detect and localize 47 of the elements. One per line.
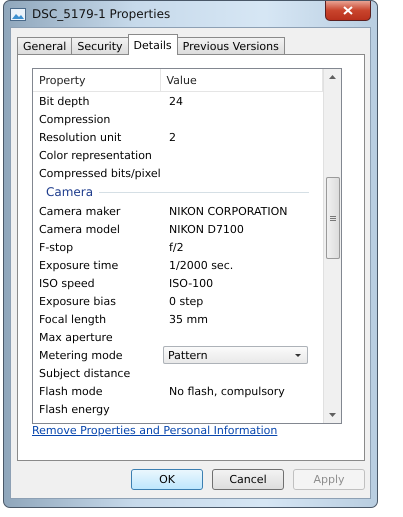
property-name: Compression	[38, 112, 112, 126]
grip-icon	[330, 216, 336, 220]
property-name: Camera maker	[38, 204, 122, 218]
tab[interactable]: Details	[128, 34, 178, 55]
property-name: Compressed bits/pixel	[38, 166, 162, 180]
scroll-up-icon[interactable]	[329, 75, 336, 79]
property-name: Bit depth	[38, 94, 90, 108]
property-value: 2	[168, 130, 177, 144]
window-title: DSC_5179-1 Properties	[32, 7, 172, 21]
property-value: ISO-100	[168, 276, 214, 290]
property-name: Camera model	[38, 222, 121, 236]
property-name: Max aperture	[38, 330, 114, 344]
property-name: Exposure bias	[38, 294, 117, 308]
tab[interactable]: Previous Versions	[176, 37, 285, 55]
property-name: Exposure time	[38, 258, 120, 272]
property-name: F-stop	[38, 240, 74, 254]
dialog-button[interactable]: OK	[131, 469, 203, 490]
scrollbar[interactable]	[323, 69, 341, 423]
scroll-thumb[interactable]	[326, 177, 340, 259]
property-name: Flash energy	[38, 402, 111, 416]
property-name: Flash mode	[38, 384, 104, 398]
property-value: 24	[168, 94, 184, 108]
dropdown-caret-icon	[295, 354, 301, 356]
value-dropdown[interactable]: Pattern	[163, 346, 308, 364]
group-heading: Camera	[46, 185, 94, 199]
property-value: 1/2000 sec.	[168, 258, 234, 272]
property-name: Focal length	[38, 312, 108, 326]
property-value: NIKON CORPORATION	[168, 204, 288, 218]
property-name: Resolution unit	[38, 130, 122, 144]
dialog-button[interactable]: Cancel	[212, 469, 284, 490]
property-value: 35 mm	[168, 312, 209, 326]
remove-properties-link[interactable]: Remove Properties and Personal Information	[32, 424, 278, 437]
property-name: Color representation	[38, 148, 153, 162]
tab[interactable]: Security	[71, 37, 129, 55]
property-value: 0 step	[168, 294, 204, 308]
scroll-down-icon[interactable]	[329, 413, 336, 417]
property-value: NIKON D7100	[168, 222, 245, 236]
property-value: No flash, compulsory	[168, 384, 286, 398]
column-header[interactable]: Property	[33, 69, 160, 91]
close-button[interactable]	[325, 1, 371, 21]
property-name: Metering mode	[38, 348, 124, 362]
close-icon	[343, 6, 353, 15]
property-value: f/2	[168, 240, 185, 254]
property-name: Subject distance	[38, 366, 132, 380]
property-name: ISO speed	[38, 276, 96, 290]
image-file-icon	[10, 8, 26, 20]
tab[interactable]: General	[17, 37, 72, 55]
